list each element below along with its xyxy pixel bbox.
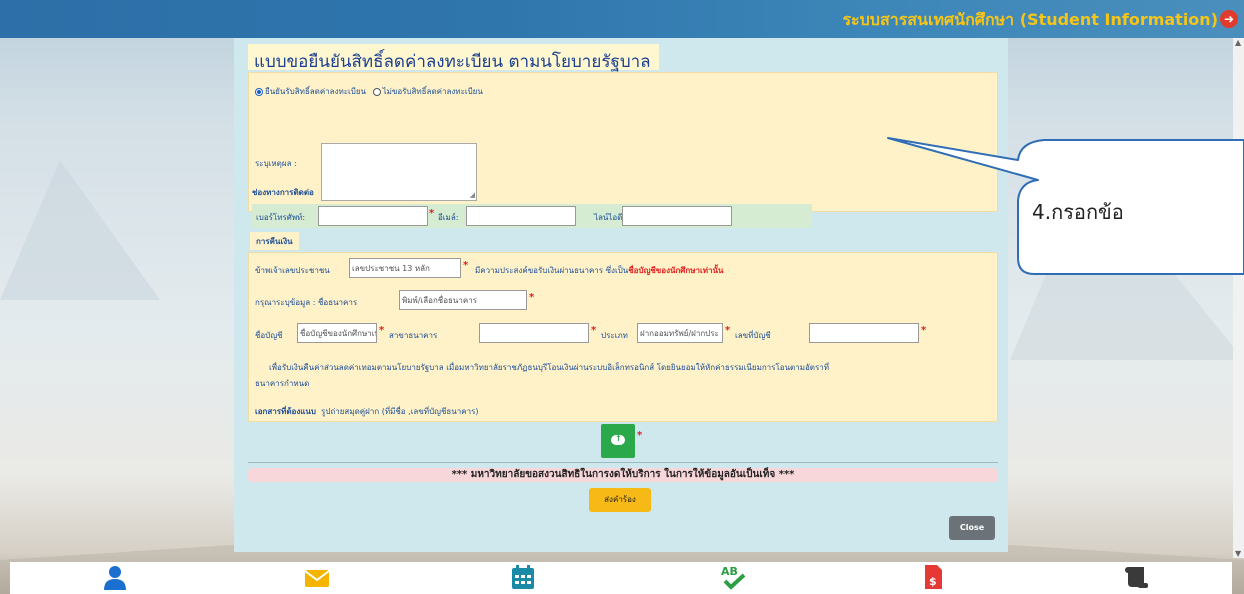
radio-decline-label[interactable]: ไม่ขอรับสิทธิ์ลดค่าลงทะเบียน	[383, 87, 483, 96]
branch-input[interactable]	[479, 323, 589, 343]
modal-title: แบบขอยืนยันสิทธิ์ลดค่าลงทะเบียน ตามนโยบา…	[254, 52, 651, 72]
phone-input[interactable]	[318, 206, 428, 226]
contact-heading: ช่องทางการติดต่อ	[252, 188, 314, 197]
close-button[interactable]: Close	[949, 516, 995, 540]
account-number-required-mark: *	[921, 325, 927, 336]
upload-arrow-icon: ↑	[615, 434, 622, 443]
svg-text:AB: AB	[721, 565, 738, 578]
account-type-select[interactable]: ฝากออมทรัพย์/ฝากประ	[637, 323, 723, 343]
refund-note-line1: เพื่อรับเงินคืนค่าส่วนลดค่าเทอมตามนโยบาย…	[269, 363, 830, 372]
refund-tab: การคืนเงิน	[250, 232, 299, 250]
required-docs: เอกสารที่ต้องแนบ รูปถ่ายสมุดคู่ฝาก (ที่ม…	[255, 405, 479, 418]
account-type-label: ประเภท	[601, 331, 628, 340]
bank-name-required-mark: *	[529, 292, 535, 303]
scroll-up-icon[interactable]: ▲	[1235, 38, 1241, 47]
account-name-required-mark: *	[379, 325, 385, 336]
system-title: ระบบสารสนเทศนักศึกษา (Student Informatio…	[842, 10, 1218, 29]
account-name-input[interactable]: ชื่อบัญชีของนักศึกษาเท่า	[297, 323, 377, 343]
id-prefix-label: ข้าพเจ้าเลขประชาชน	[255, 266, 330, 275]
reason-label: ระบุเหตุผล :	[255, 159, 297, 168]
top-header: ระบบสารสนเทศนักศึกษา (Student Informatio…	[0, 0, 1244, 38]
svg-text:$: $	[929, 575, 937, 588]
account-number-label: เลขที่บัญชี	[735, 331, 771, 340]
callout-text: 4.กรอกข้อ	[1032, 200, 1124, 224]
line-id-label: ไลน์ไอดี:	[594, 213, 626, 222]
contact-row: เบอร์โทรศัพท์: * อีเมล์: ไลน์ไอดี:	[252, 204, 812, 228]
citizen-id-input[interactable]: เลขประชาชน 13 หลัก	[349, 258, 461, 278]
reason-textarea[interactable]: ◢	[321, 143, 477, 201]
radio-confirm-label[interactable]: ยืนยันรับสิทธิ์ลดค่าลงทะเบียน	[265, 87, 366, 96]
divider	[248, 462, 998, 463]
line-id-input[interactable]	[622, 206, 732, 226]
id-suffix-emphasis: ชื่อบัญชีของนักศึกษาเท่านั้น	[628, 266, 724, 275]
confirm-radio-group: ยืนยันรับสิทธิ์ลดค่าลงทะเบียน ไม่ขอรับสิ…	[255, 85, 483, 98]
branch-required-mark: *	[591, 325, 597, 336]
refund-confirmation-modal: แบบขอยืนยันสิทธิ์ลดค่าลงทะเบียน ตามนโยบา…	[234, 38, 1008, 552]
account-type-required-mark: *	[725, 325, 731, 336]
docs-value: รูปถ่ายสมุดคู่ฝาก (ที่มีชื่อ ,เลขที่บัญช…	[321, 407, 479, 416]
spellcheck-icon[interactable]: AB	[720, 564, 746, 590]
email-label: อีเมล์:	[438, 213, 459, 222]
id-suffix-text: มีความประสงค์ขอรับเงินผ่านธนาคาร ซึ่งเป็…	[475, 264, 723, 277]
page-scrollbar[interactable]: ▲ ▼	[1233, 38, 1244, 558]
bank-prompt-label: กรุณาระบุข้อมูล : ชื่อธนาคาร	[255, 298, 358, 307]
invoice-dollar-icon[interactable]: $	[920, 564, 946, 590]
email-input[interactable]	[466, 206, 576, 226]
branch-label: สาขาธนาคาร	[389, 331, 438, 340]
account-name-label: ชื่อบัญชี	[255, 331, 283, 340]
scroll-down-icon[interactable]: ▼	[1235, 549, 1241, 558]
envelope-icon[interactable]	[304, 564, 330, 590]
docs-label: เอกสารที่ต้องแนบ	[255, 407, 316, 416]
id-suffix-label: มีความประสงค์ขอรับเงินผ่านธนาคาร ซึ่งเป็…	[475, 266, 629, 275]
user-icon[interactable]	[102, 564, 128, 590]
false-info-warning: *** มหาวิทยาลัยขอสงวนสิทธิในการงดให้บริก…	[248, 468, 998, 482]
upload-required-mark: *	[637, 430, 643, 441]
phone-required-mark: *	[429, 208, 435, 219]
citizen-id-required-mark: *	[463, 260, 469, 271]
radio-decline[interactable]	[372, 87, 381, 96]
submit-request-button[interactable]: ส่งคำร้อง	[589, 488, 651, 512]
bottom-nav: AB $	[10, 562, 1232, 594]
logout-icon[interactable]: ➜	[1220, 10, 1238, 28]
scroll-icon[interactable]	[1124, 564, 1150, 590]
modal-title-container: แบบขอยืนยันสิทธิ์ลดค่าลงทะเบียน ตามนโยบา…	[248, 44, 659, 72]
resize-grip-icon[interactable]: ◢	[470, 192, 475, 199]
account-number-input[interactable]	[809, 323, 919, 343]
refund-note-line2: ธนาคารกำหนด	[255, 379, 310, 388]
upload-button[interactable]: ↑	[601, 424, 635, 458]
calendar-icon[interactable]	[510, 564, 536, 590]
bank-name-input[interactable]: พิมพ์/เลือกชื่อธนาคาร	[399, 290, 527, 310]
phone-label: เบอร์โทรศัพท์:	[256, 213, 306, 222]
radio-confirm[interactable]	[255, 87, 263, 96]
